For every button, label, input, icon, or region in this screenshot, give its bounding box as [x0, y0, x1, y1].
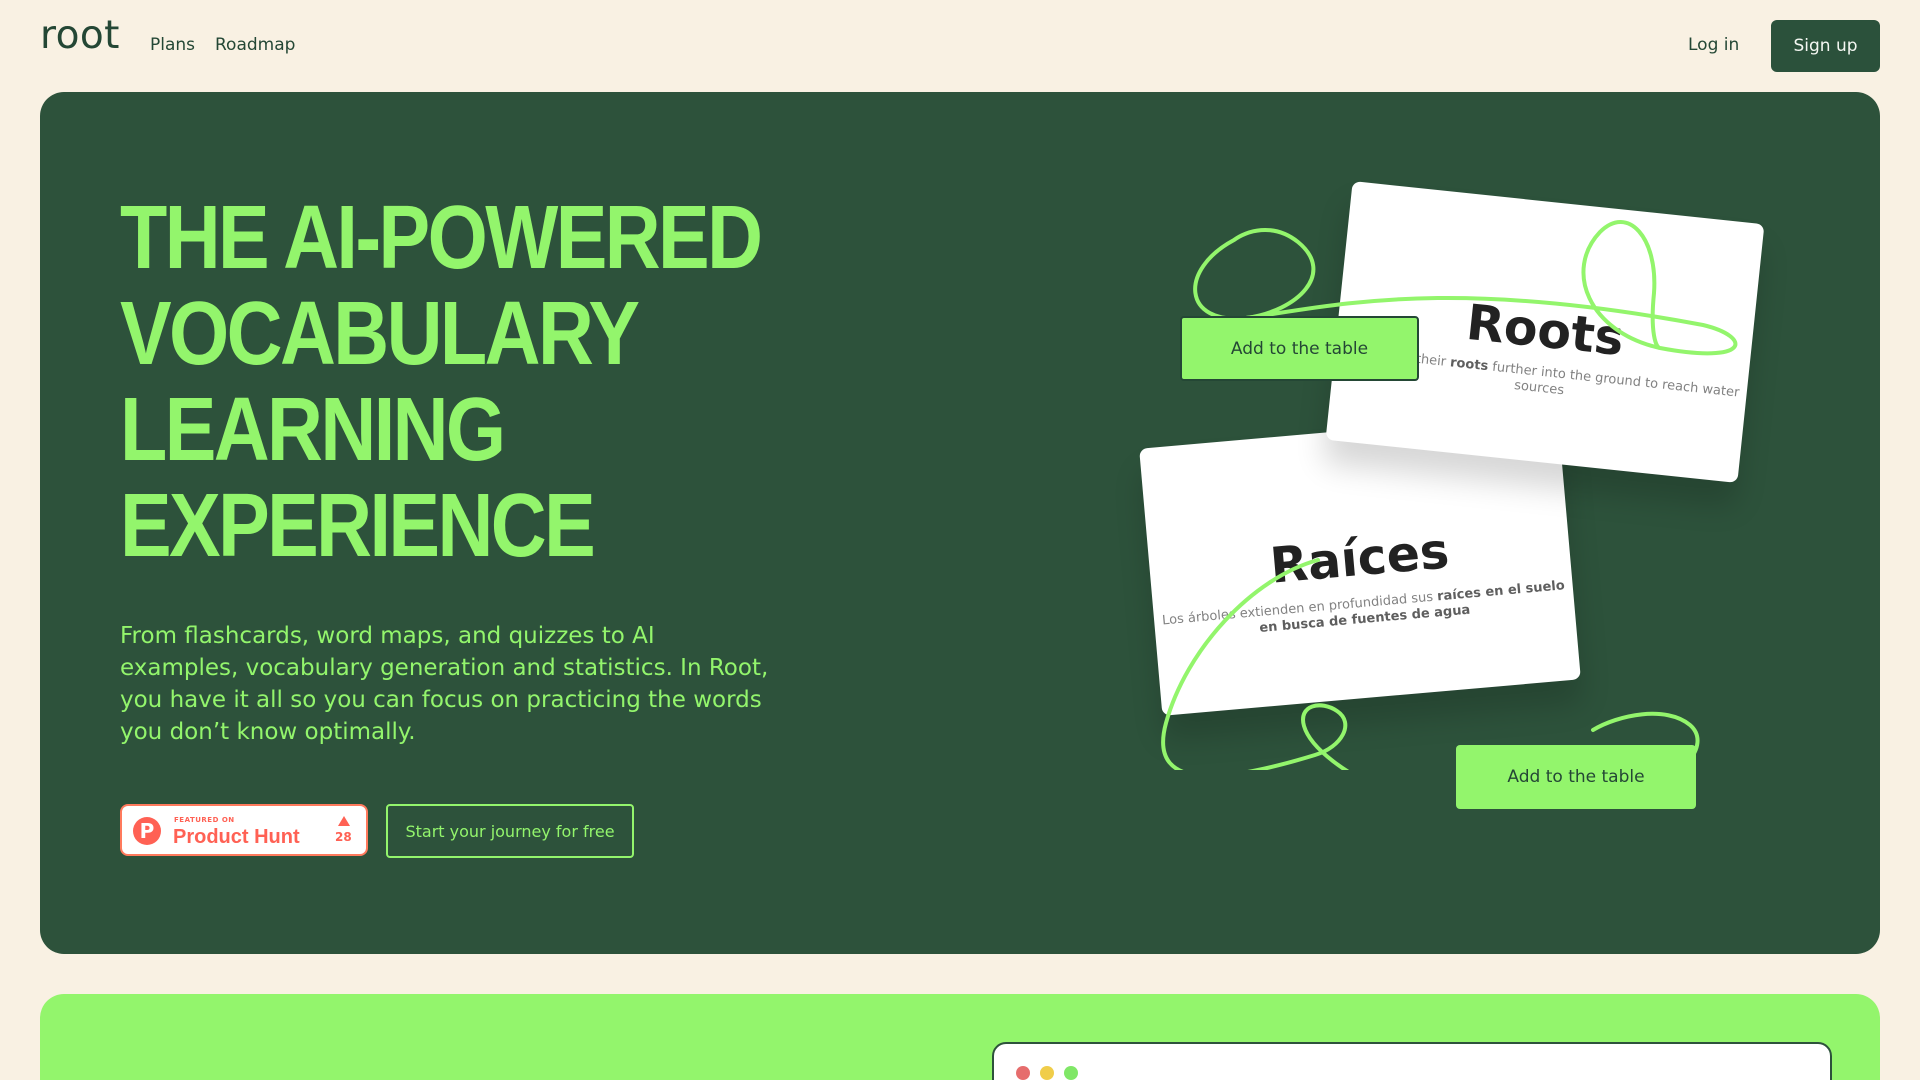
- preview-window: [992, 1042, 1832, 1080]
- window-close-dot-icon: [1016, 1066, 1030, 1080]
- headline-line: VOCABULARY: [120, 284, 640, 384]
- next-feature-section: [40, 994, 1880, 1080]
- upvote-icon: [338, 816, 350, 826]
- window-expand-dot-icon: [1064, 1066, 1078, 1080]
- plans-link[interactable]: Plans: [150, 35, 195, 55]
- product-hunt-logo-icon: P: [133, 817, 161, 845]
- headline-line: LEARNING: [120, 380, 506, 480]
- headline-line: EXPERIENCE: [120, 476, 596, 576]
- product-hunt-title: Product Hunt: [173, 826, 300, 848]
- hero-description: From flashcards, word maps, and quizzes …: [120, 623, 769, 745]
- headline-line: THE AI-POWERED: [120, 188, 763, 288]
- roots-highlighted-word: roots: [1449, 355, 1489, 375]
- signup-button[interactable]: Sign up: [1771, 20, 1880, 72]
- product-hunt-badge[interactable]: P FEATURED ON Product Hunt 28: [120, 804, 368, 856]
- top-navigation: root Plans Roadmap Log in Sign up: [0, 0, 1920, 92]
- roadmap-link[interactable]: Roadmap: [215, 35, 295, 55]
- root-logo[interactable]: root: [40, 16, 120, 55]
- product-hunt-vote-count: 28: [335, 830, 352, 844]
- add-to-table-button-top[interactable]: Add to the table: [1180, 316, 1419, 381]
- start-journey-button[interactable]: Start your journey for free: [386, 804, 634, 858]
- root-landing-page: root Plans Roadmap Log in Sign up THE AI…: [0, 0, 1920, 1080]
- product-hunt-featured-label: FEATURED ON: [174, 816, 235, 824]
- window-minimize-dot-icon: [1040, 1066, 1054, 1080]
- hero-headline: THE AI-POWERED VOCABULARY LEARNING EXPER…: [120, 190, 774, 574]
- vocabulary-card-illustration: Roots Trees grow their roots further int…: [1118, 120, 1768, 770]
- add-to-table-button-bottom[interactable]: Add to the table: [1456, 745, 1696, 809]
- login-link[interactable]: Log in: [1688, 35, 1739, 55]
